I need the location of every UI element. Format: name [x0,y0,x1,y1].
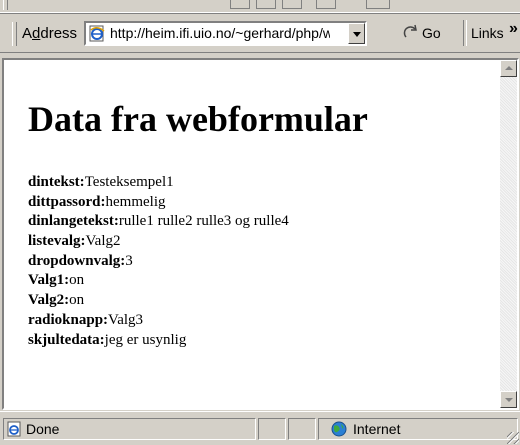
browser-viewport: Data fra webformular dintekst:Testeksemp… [2,58,519,410]
field-name: Valg1: [28,272,70,289]
form-data-row: dinlangetekst:rulle1 rulle2 rulle3 og ru… [28,212,289,232]
field-value: Valg2 [85,233,121,250]
security-zone-text: Internet [353,421,401,437]
form-data-row: Valg2:on [28,291,289,311]
toolbar-strip-partial [0,0,520,13]
address-bar: Address http://heim.ifi.uio.no/~gerhard/… [0,13,520,53]
ie-page-icon [7,421,21,437]
scroll-down-button[interactable] [500,391,517,408]
field-value: jeg er usynlig [104,331,187,348]
status-text: Done [26,421,60,437]
address-url: http://heim.ifi.uio.no/~gerhard/php/we [110,25,330,41]
form-data-row: dropdownvalg:3 [28,252,289,272]
field-value: 3 [125,252,133,269]
globe-icon [331,421,347,437]
field-name: dintekst: [28,174,85,190]
form-data-row: Valg1:on [28,271,289,291]
ie-page-icon [89,25,105,42]
address-input[interactable]: http://heim.ifi.uio.no/~gerhard/php/we [84,21,367,46]
form-data-row: skjultedata:jeg er usynlig [28,331,289,351]
toolbar-grip[interactable] [3,0,8,10]
go-arrow-icon [403,24,417,38]
links-button[interactable]: Links [471,25,504,41]
toolbar-button-partial[interactable] [282,0,302,9]
status-bar: Done Internet [0,411,520,445]
go-label: Go [422,25,441,41]
status-pane [288,418,316,440]
field-name: dinlangetekst: [28,213,119,230]
field-value: rulle1 rulle2 rulle3 og rulle4 [118,213,289,230]
field-value: hemmelig [105,193,166,210]
address-label: Address [22,25,77,42]
field-name: listevalg: [28,233,86,250]
field-name: dropdownvalg: [28,252,126,269]
status-pane-zone: Internet [318,418,518,440]
go-button[interactable]: Go [400,21,450,45]
toolbar-button-partial[interactable] [230,0,250,9]
field-name: dittpassord: [28,193,106,210]
address-bar-grip[interactable] [12,22,17,46]
field-value: on [69,272,85,289]
status-pane-main: Done [3,418,256,440]
field-value: Testeksempel1 [84,174,174,190]
field-name: skjultedata: [28,331,105,348]
form-data-row: listevalg:Valg2 [28,232,289,252]
toolbar-button-partial[interactable] [316,0,336,9]
vertical-scrollbar[interactable] [500,60,517,408]
address-label-text: dress [40,25,78,42]
form-data-row: dintekst:Testeksempel1 [28,173,289,193]
field-value: on [69,292,85,309]
page-title: Data fra webformular [28,99,368,139]
status-pane [258,418,286,440]
form-data-row: radioknapp:Valg3 [28,311,289,331]
resize-grip[interactable] [507,432,519,444]
form-data-row: dittpassord:hemmelig [28,193,289,213]
toolbar-button-partial[interactable] [256,0,276,9]
field-name: radioknapp: [28,311,109,328]
field-value: Valg3 [108,311,144,328]
address-label-text: A [22,25,33,42]
toolbar-button-partial[interactable] [366,0,390,9]
form-data-list: dintekst:Testeksempel1 dittpassord:hemmel… [28,173,289,350]
address-dropdown-button[interactable] [348,23,365,44]
field-name: Valg2: [28,292,70,309]
toolbar-separator [463,20,467,46]
toolbar-overflow-chevron[interactable]: » [509,20,518,38]
scroll-up-button[interactable] [500,60,517,77]
page-content: Data fra webformular dintekst:Testeksemp… [4,60,498,408]
